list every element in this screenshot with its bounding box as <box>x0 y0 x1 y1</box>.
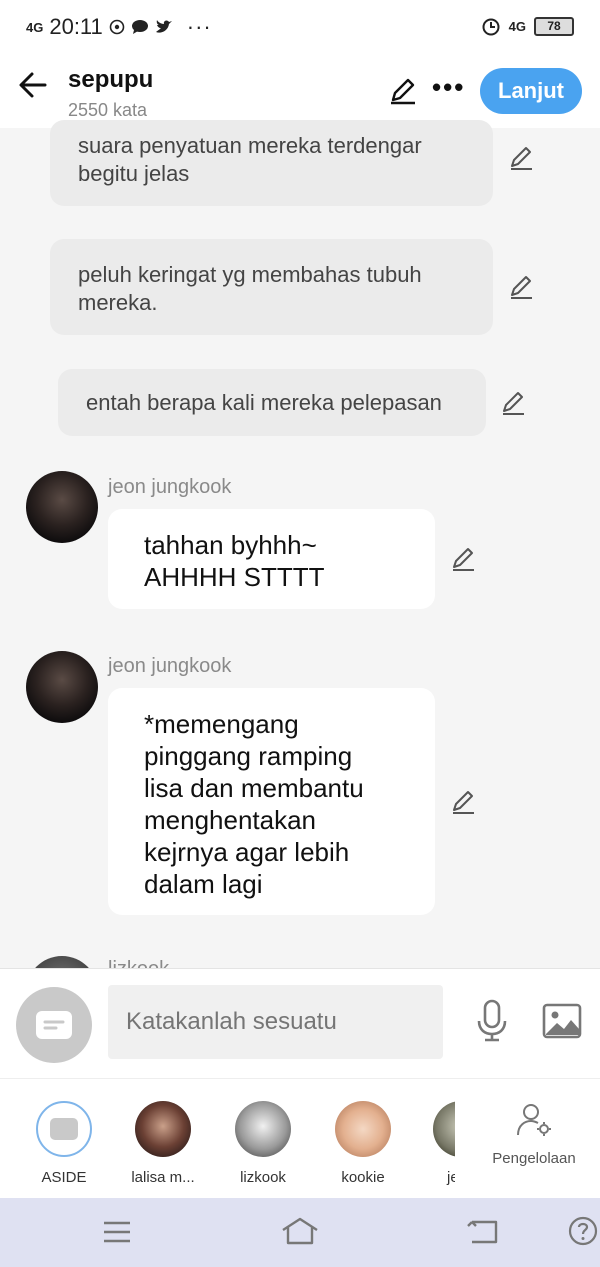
user-settings-icon <box>517 1104 551 1136</box>
character-lizkook[interactable]: lizkook <box>233 1101 293 1186</box>
message-icon <box>131 20 148 34</box>
battery-icon: 78 <box>534 16 574 36</box>
menu-icon <box>104 1221 130 1243</box>
character-label: lizkook <box>240 1169 286 1186</box>
avatar <box>135 1101 191 1157</box>
help-button[interactable] <box>568 1216 598 1251</box>
avatar <box>335 1101 391 1157</box>
home-button[interactable] <box>280 1216 320 1251</box>
message-line: peluh keringat yg membahas tubuh <box>78 262 422 287</box>
edit-message-button[interactable] <box>450 788 478 816</box>
message-input[interactable] <box>108 985 443 1059</box>
message-line: kejrnya agar lebih <box>144 837 350 867</box>
mic-button[interactable] <box>474 999 510 1048</box>
message-line: tahhan byhhh~ <box>144 530 317 560</box>
character-label: lalisa m... <box>131 1169 195 1186</box>
status-bar: 4G 20:11 ··· 4G 78 <box>0 0 600 54</box>
character-label: je <box>447 1169 455 1186</box>
character-kookie[interactable]: kookie <box>333 1101 393 1186</box>
narration-bubble[interactable]: peluh keringat yg membahas tubuh mereka. <box>50 239 493 335</box>
chat-box-icon <box>50 1118 78 1140</box>
image-icon <box>542 1003 582 1039</box>
edit-message-button[interactable] <box>500 389 528 417</box>
avatar[interactable] <box>26 471 98 543</box>
avatar <box>433 1101 455 1157</box>
home-icon <box>282 1217 318 1245</box>
message-text: entah berapa kali mereka pelepasan <box>86 389 442 415</box>
more-horizontal-icon: ••• <box>432 72 466 102</box>
manage-label: Pengelolaan <box>492 1150 576 1167</box>
input-bar <box>0 968 600 1079</box>
pencil-icon <box>453 791 474 814</box>
edit-message-button[interactable] <box>450 545 478 573</box>
story-title: sepupu <box>68 66 154 93</box>
narration-toggle-button[interactable] <box>16 987 92 1063</box>
message-line: menghentakan <box>144 805 317 835</box>
image-button[interactable] <box>542 1003 582 1044</box>
network-icon: 4G <box>508 18 526 34</box>
word-count: 2550 kata <box>68 100 148 120</box>
narration-bubble[interactable]: entah berapa kali mereka pelepasan <box>58 369 486 436</box>
alarm-icon <box>482 18 500 36</box>
microphone-icon <box>477 999 507 1042</box>
top-header: sepupu 2550 kata ••• Lanjut <box>0 54 600 128</box>
pencil-icon <box>503 392 524 415</box>
pencil-icon <box>511 147 532 170</box>
signal-icon: 4G <box>26 19 44 35</box>
menu-button[interactable] <box>102 1220 132 1249</box>
character-label: ASIDE <box>41 1169 87 1186</box>
character-aside[interactable]: ASIDE <box>34 1101 94 1186</box>
status-left: 4G 20:11 ··· <box>26 14 212 40</box>
character-name: jeon jungkook <box>108 655 232 677</box>
whatsapp-icon <box>109 19 125 35</box>
status-time: 20:11 <box>49 14 103 39</box>
pencil-icon <box>511 276 532 299</box>
pencil-icon <box>391 78 415 105</box>
message-line: lisa dan membantu <box>144 773 364 803</box>
more-notifications-icon: ··· <box>186 14 212 39</box>
back-nav-icon <box>467 1220 498 1244</box>
message-line: begitu jelas <box>78 161 190 186</box>
next-button[interactable]: Lanjut <box>480 68 582 114</box>
status-right: 4G 78 <box>481 16 574 36</box>
aside-avatar <box>36 1101 92 1157</box>
character-bar: ASIDE lalisa m... lizkook kookie je Peng… <box>0 1078 600 1199</box>
avatar[interactable] <box>26 651 98 723</box>
back-button[interactable] <box>18 70 48 109</box>
message-line: dalam lagi <box>144 869 263 899</box>
chat-bubble[interactable]: *memengang pinggang ramping lisa dan mem… <box>108 688 435 915</box>
chat-box-icon <box>36 1011 72 1039</box>
narration-bubble[interactable]: suara penyatuan mereka terdengar begitu … <box>50 120 493 206</box>
help-icon <box>568 1216 598 1246</box>
message-line: AHHHH STTTT <box>144 562 325 592</box>
message-line: mereka. <box>78 290 158 315</box>
twitter-icon <box>155 20 172 33</box>
arrow-left-icon <box>19 72 47 98</box>
avatar <box>235 1101 291 1157</box>
character-lalisa[interactable]: lalisa m... <box>131 1101 195 1186</box>
more-options-button[interactable]: ••• <box>432 72 465 103</box>
chat-bubble[interactable]: tahhan byhhh~ AHHHH STTTT <box>108 509 435 609</box>
character-label: kookie <box>341 1169 385 1186</box>
manage-characters-button[interactable]: Pengelolaan <box>484 1103 584 1167</box>
message-line: suara penyatuan mereka terdengar <box>78 133 422 158</box>
message-line: pinggang ramping <box>144 741 353 771</box>
message-line: *memengang <box>144 709 299 739</box>
edit-title-button[interactable] <box>388 76 418 111</box>
edit-message-button[interactable] <box>508 144 536 172</box>
pencil-icon <box>453 548 474 571</box>
character-name: jeon jungkook <box>108 476 232 498</box>
system-nav-bar <box>0 1198 600 1267</box>
back-nav-button[interactable] <box>466 1218 500 1251</box>
edit-message-button[interactable] <box>508 273 536 301</box>
character-partial[interactable]: je <box>433 1101 455 1186</box>
